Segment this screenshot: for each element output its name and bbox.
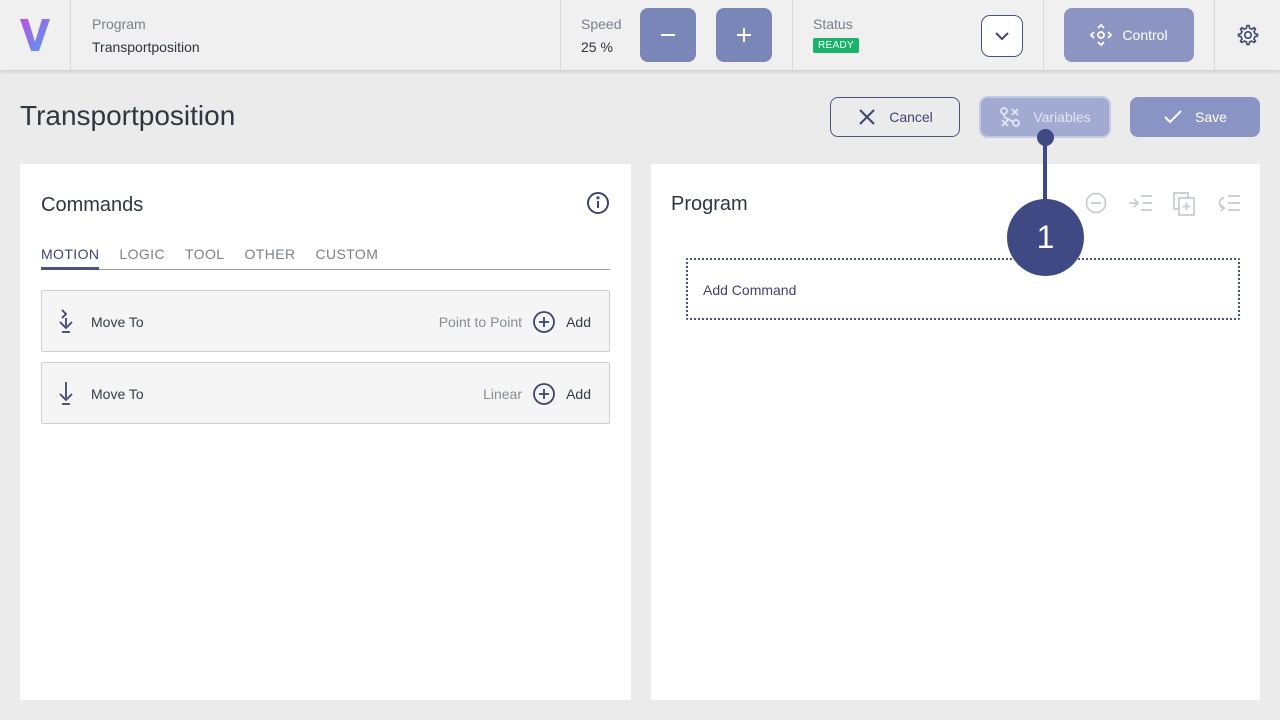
cancel-label: Cancel (889, 109, 933, 125)
program-title: Program (671, 193, 748, 215)
command-item: Move To Linear Add (41, 362, 610, 424)
status-badge: READY (813, 38, 859, 53)
command-type: Point to Point (438, 314, 522, 330)
speed-increase-button[interactable] (716, 8, 772, 62)
cancel-button[interactable]: Cancel (830, 97, 960, 137)
command-name: Move To (91, 314, 144, 330)
variables-icon (1000, 107, 1021, 127)
add-circle-icon[interactable] (532, 310, 556, 334)
add-command-button[interactable]: Add (566, 314, 591, 330)
command-type: Linear (483, 386, 522, 402)
control-button[interactable]: Control (1064, 8, 1194, 62)
plus-icon (737, 28, 751, 42)
move-to-icon (59, 382, 73, 405)
command-item: Move To Point to Point Add (41, 290, 610, 352)
commands-panel: Commands MOTION LOGIC TOOL OTHER CUSTOM … (20, 164, 631, 700)
callout-pointer-line (1043, 137, 1047, 201)
gear-icon (1237, 24, 1258, 46)
program-selector[interactable]: Program Transportposition (71, 0, 561, 70)
remove-circle-icon[interactable] (1085, 191, 1107, 215)
logo-icon (20, 19, 50, 51)
save-label: Save (1195, 109, 1227, 125)
add-command-label: Add Command (703, 282, 797, 298)
close-icon (859, 109, 875, 125)
tab-tool[interactable]: TOOL (185, 246, 224, 270)
tab-other[interactable]: OTHER (244, 246, 295, 270)
logo (0, 0, 71, 70)
callout-badge: 1 (1007, 199, 1084, 276)
tab-custom[interactable]: CUSTOM (315, 246, 378, 270)
program-panel: Program Add Command (651, 164, 1260, 700)
commands-tabs: MOTION LOGIC TOOL OTHER CUSTOM (41, 246, 610, 270)
speed-control: Speed 25 % (561, 0, 793, 70)
settings-button[interactable] (1215, 0, 1280, 70)
move-to-icon (59, 309, 73, 333)
variables-label: Variables (1033, 109, 1091, 125)
add-circle-icon[interactable] (532, 382, 556, 406)
top-bar: Program Transportposition Speed 25 % Sta… (0, 0, 1280, 70)
control-section: Control (1044, 0, 1215, 70)
save-button[interactable]: Save (1130, 97, 1260, 137)
program-value: Transportposition (92, 39, 200, 55)
status-section: Status READY (793, 0, 1044, 70)
minus-icon (661, 34, 675, 36)
control-label: Control (1122, 27, 1168, 43)
commands-title: Commands (41, 194, 144, 216)
command-name: Move To (91, 386, 144, 402)
page-title: Transportposition (20, 100, 236, 131)
indent-icon[interactable] (1127, 191, 1153, 215)
status-dropdown-button[interactable] (981, 15, 1023, 57)
add-command-button[interactable]: Add (566, 386, 591, 402)
info-icon[interactable] (586, 191, 610, 215)
check-icon (1164, 110, 1182, 124)
tab-motion[interactable]: MOTION (41, 246, 100, 270)
program-label: Program (92, 16, 146, 32)
duplicate-icon[interactable] (1172, 191, 1196, 217)
outdent-icon[interactable] (1215, 191, 1241, 215)
move-arrows-icon (1090, 24, 1113, 46)
add-command-dropzone[interactable]: Add Command (686, 258, 1240, 320)
tab-logic[interactable]: LOGIC (119, 246, 165, 270)
chevron-down-icon (995, 32, 1009, 41)
speed-decrease-button[interactable] (640, 8, 696, 62)
